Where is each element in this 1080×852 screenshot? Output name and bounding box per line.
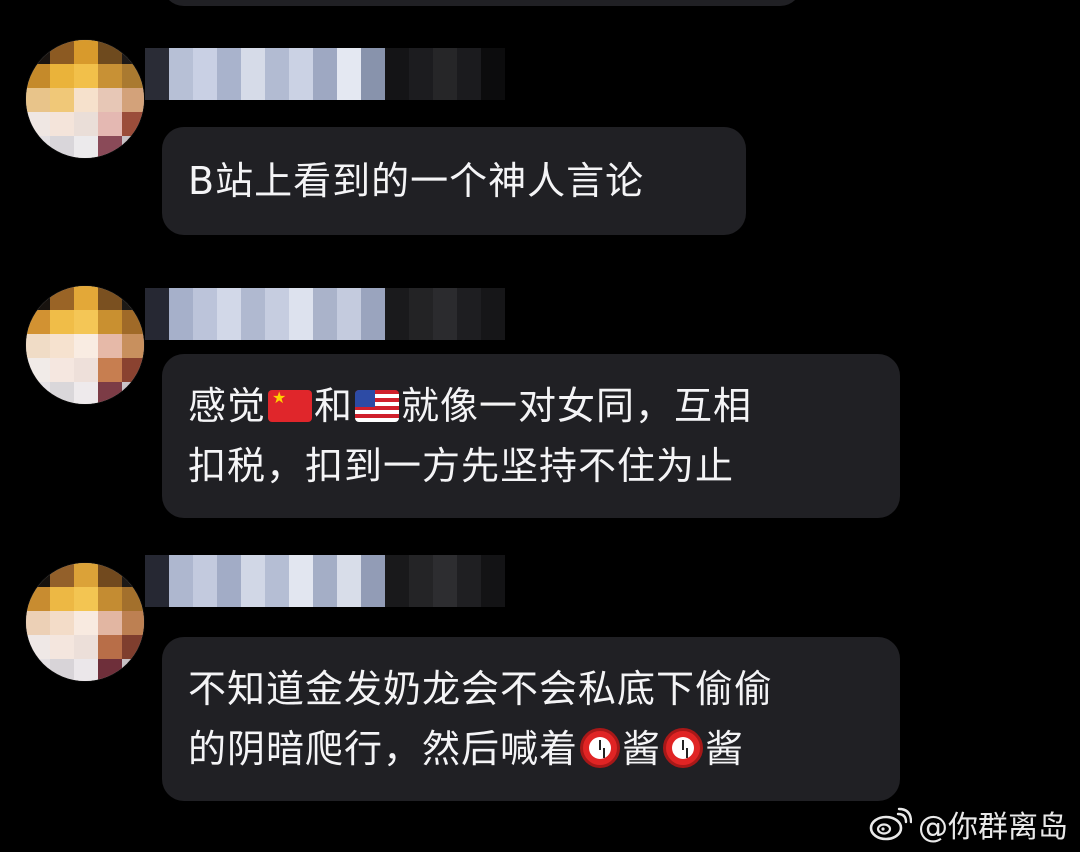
watermark: @你群离岛 [868, 802, 1068, 846]
message-text: 的阴暗爬行，然后喊着 [188, 727, 579, 771]
chat-message: 感觉 和 就像一对女同，互相 扣税，扣到一方先坚持不住为止 [0, 286, 1080, 546]
avatar[interactable] [26, 40, 144, 158]
message-line: B站上看到的一个神人言论 [188, 151, 720, 211]
message-text: 不知道金发奶龙会不会私底下偷偷 [188, 667, 774, 711]
alarm-clock-emoji [580, 728, 621, 768]
avatar[interactable] [26, 563, 144, 681]
weibo-logo-icon [868, 806, 913, 842]
sender-name-blurred [145, 555, 505, 607]
china-flag-emoji [268, 390, 313, 422]
us-flag-emoji [355, 390, 400, 422]
message-line: 感觉 和 就像一对女同，互相 [188, 376, 874, 436]
alarm-clock-emoji [663, 728, 704, 768]
message-text: B站上看到的一个神人言论 [188, 159, 645, 203]
sender-name-blurred [145, 48, 505, 100]
watermark-text: @你群离岛 [918, 810, 1068, 845]
message-bubble[interactable]: 感觉 和 就像一对女同，互相 扣税，扣到一方先坚持不住为止 [162, 354, 900, 518]
message-line: 不知道金发奶龙会不会私底下偷偷 [188, 659, 874, 719]
chat-message: B站上看到的一个神人言论 [0, 40, 1080, 300]
message-bubble[interactable]: 不知道金发奶龙会不会私底下偷偷 的阴暗爬行，然后喊着酱酱 [162, 637, 900, 801]
message-bubble[interactable]: B站上看到的一个神人言论 [162, 127, 746, 235]
message-text: 就像一对女同，互相 [401, 384, 753, 428]
message-text: 和 [314, 384, 354, 428]
message-text: 酱 [622, 727, 662, 771]
message-text: 扣税，扣到一方先坚持不住为止 [188, 444, 735, 488]
message-text: 感觉 [188, 384, 267, 428]
sender-name-blurred [145, 288, 505, 340]
message-text: 酱 [705, 727, 745, 771]
avatar[interactable] [26, 286, 144, 404]
previous-message-bubble [162, 0, 802, 6]
message-line: 扣税，扣到一方先坚持不住为止 [188, 436, 874, 496]
chat-message: 不知道金发奶龙会不会私底下偷偷 的阴暗爬行，然后喊着酱酱 [0, 553, 1080, 813]
message-line: 的阴暗爬行，然后喊着酱酱 [188, 719, 874, 779]
